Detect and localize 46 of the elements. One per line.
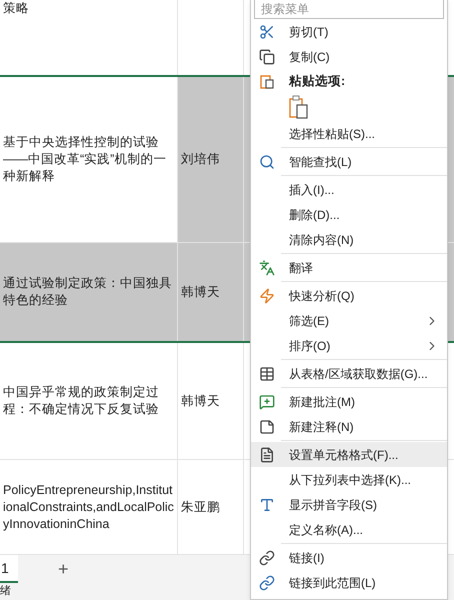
menu-item[interactable]: 定义名称(A)... <box>251 517 447 542</box>
table-icon <box>259 366 275 382</box>
search-icon <box>259 154 275 170</box>
sheet-tab[interactable]: + <box>58 555 69 583</box>
menu-item[interactable]: 智能查找(L) <box>251 149 447 174</box>
menu-item[interactable]: 从表格/区域获取数据(G)... <box>251 361 447 386</box>
table-cell: 韩博天 <box>178 343 244 459</box>
table-cell: 朱亚鹏 <box>178 460 244 554</box>
menu-item[interactable]: 翻译 <box>251 255 447 280</box>
menu-item[interactable]: 排序(O) <box>251 333 447 358</box>
pinyin-icon <box>259 496 275 512</box>
menu-item[interactable]: 选择性粘贴(S)... <box>251 121 447 146</box>
format-icon <box>259 446 275 462</box>
sheet-tab[interactable]: 1 <box>0 555 18 583</box>
note-icon <box>259 418 275 434</box>
table-cell: 策略 <box>0 0 178 75</box>
menu-item[interactable]: 筛选(E) <box>251 308 447 333</box>
table-cell: 刘培伟 <box>178 77 244 242</box>
link-icon <box>259 574 275 590</box>
menu-item[interactable]: 从下拉列表中选择(K)... <box>251 467 447 492</box>
comment-plus-icon <box>259 394 275 410</box>
menu-item[interactable]: 新建批注(M) <box>251 389 447 414</box>
translate-icon <box>259 260 275 276</box>
copy-icon <box>259 48 275 64</box>
table-cell: PolicyEntrepreneurship,InstitutionalConstraints,andLocalPolicyInnovationinChina <box>0 460 178 554</box>
menu-item[interactable]: 插入(I)... <box>251 177 447 202</box>
menu-item[interactable]: 剪切(T) <box>251 19 447 44</box>
link-icon <box>259 550 275 566</box>
menu-item[interactable]: 链接(I) <box>251 545 447 570</box>
menu-item[interactable]: 快速分析(Q) <box>251 283 447 308</box>
menu-item[interactable]: 复制(C) <box>251 44 447 69</box>
menu-item[interactable]: 显示拼音字段(S) <box>251 492 447 517</box>
menu-item[interactable]: 新建注释(N) <box>251 414 447 439</box>
table-cell: 韩博天 <box>178 243 244 341</box>
menu-item[interactable]: 清除内容(N) <box>251 227 447 252</box>
menu-header: 粘贴选项: <box>289 72 346 90</box>
menu-item[interactable]: 删除(D)... <box>251 202 447 227</box>
table-cell: 通过试验制定政策：中国独具特色的经验 <box>0 243 178 341</box>
clipboard-icon <box>259 73 275 89</box>
search-field[interactable]: 搜索菜单 <box>254 0 444 19</box>
paste-icon[interactable] <box>289 95 309 119</box>
scissors-icon <box>259 24 275 40</box>
lightning-icon <box>259 288 275 304</box>
table-cell: 中国异乎常规的政策制定过程：不确定情况下反复试验 <box>0 343 178 459</box>
menu-item[interactable]: 设置单元格格式(F)... <box>251 442 447 467</box>
table-cell: 基于中央选择性控制的试验——中国改革“实践”机制的一种新解释 <box>0 77 178 242</box>
